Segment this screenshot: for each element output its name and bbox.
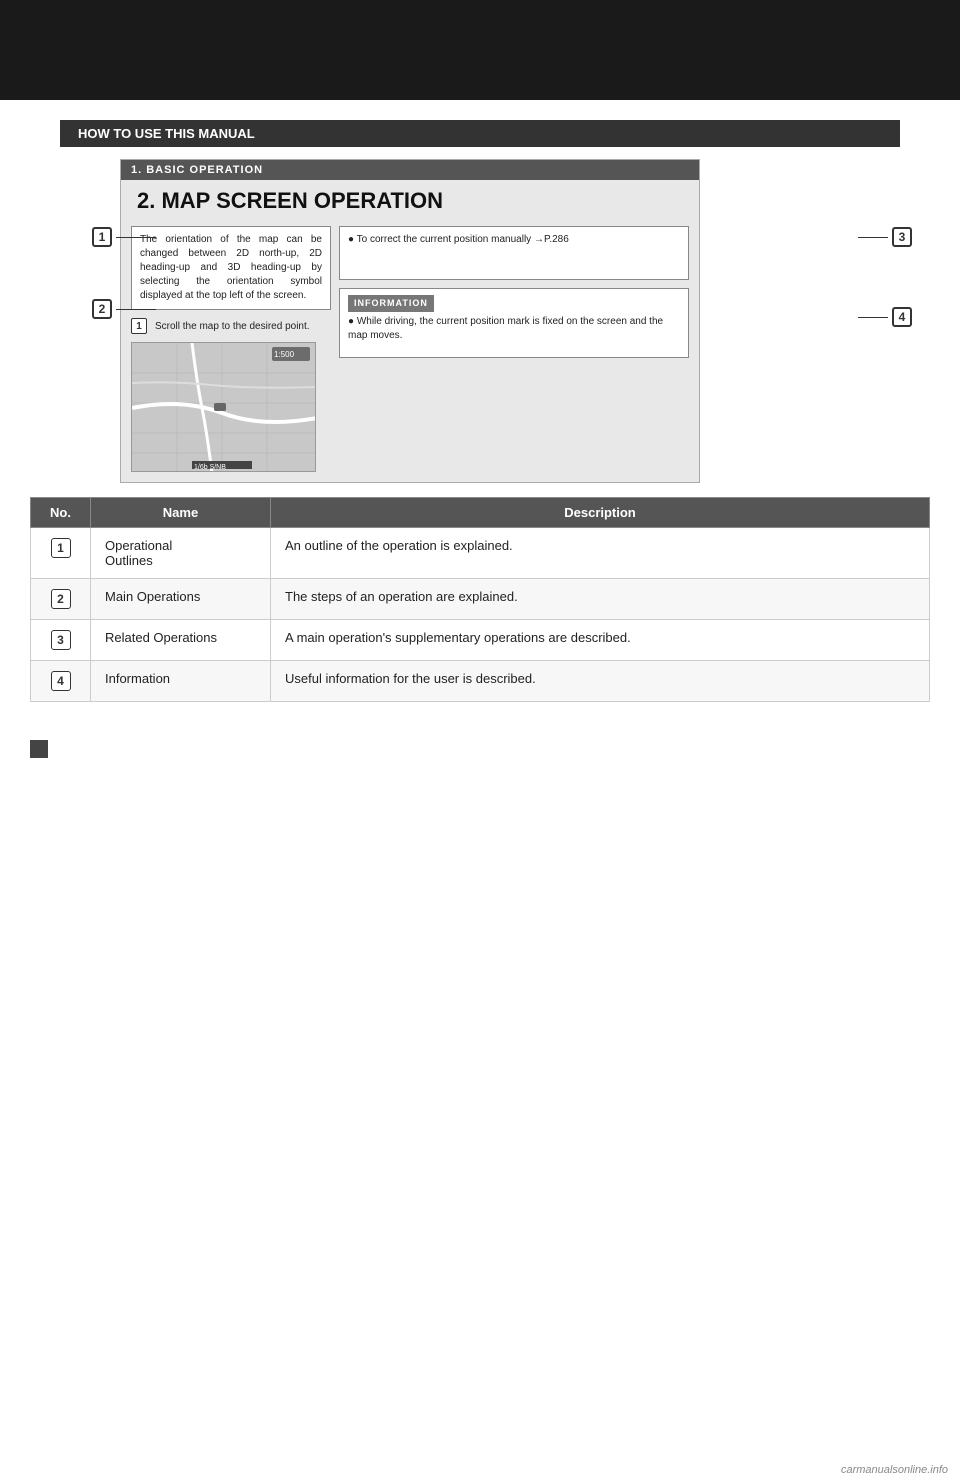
step-num: 1 xyxy=(131,318,147,334)
row-badge-4: 4 xyxy=(51,671,71,691)
col-description: Description xyxy=(271,498,930,528)
diagram-body: The orientation of the map can be change… xyxy=(121,220,699,482)
row-badge-2: 2 xyxy=(51,589,71,609)
table-row: 3 Related OperationsA main operation's su… xyxy=(31,620,930,661)
left-callout-box: The orientation of the map can be change… xyxy=(131,226,331,310)
svg-text:1:500: 1:500 xyxy=(274,350,295,359)
badge-1-container: 1 xyxy=(92,227,156,247)
table-header-row: No. Name Description xyxy=(31,498,930,528)
table-cell-no: 2 xyxy=(31,579,91,620)
table-row: 2 Main OperationsThe steps of an operatio… xyxy=(31,579,930,620)
watermark: carmanualsonline.info xyxy=(841,1464,948,1476)
badge-3-container: 3 xyxy=(858,227,912,247)
map-svg: 1/6b S/NB 1:500 xyxy=(132,343,316,472)
section-marker xyxy=(30,740,48,758)
main-content: HOW TO USE THIS MANUAL 1 2 3 xyxy=(0,100,960,787)
info-label: INFORMATION xyxy=(348,295,434,312)
row-badge-1: 1 xyxy=(51,538,71,558)
table-cell-description: An outline of the operation is explained… xyxy=(271,528,930,579)
step-callout: 1 Scroll the map to the desired point. xyxy=(131,318,331,334)
table-cell-name: OperationalOutlines xyxy=(91,528,271,579)
map-placeholder: 1/6b S/NB 1:500 xyxy=(131,342,316,472)
step-text: Scroll the map to the desired point. xyxy=(155,321,310,332)
table-row: 4 InformationUseful information for the u… xyxy=(31,661,930,702)
badge-1: 1 xyxy=(92,227,112,247)
diagram-container: 1. BASIC OPERATION 2. MAP SCREEN OPERATI… xyxy=(120,159,700,483)
right-callout-top: ● To correct the current position manual… xyxy=(339,226,689,280)
table-body: 1 OperationalOutlinesAn outline of the op… xyxy=(31,528,930,702)
diagram-right: ● To correct the current position manual… xyxy=(339,226,689,472)
top-band xyxy=(0,0,960,100)
diagram-title: 2. MAP SCREEN OPERATION xyxy=(121,180,699,220)
section-marker-area xyxy=(30,722,930,767)
diagram-left: The orientation of the map can be change… xyxy=(131,226,331,472)
table-cell-description: Useful information for the user is descr… xyxy=(271,661,930,702)
table-cell-no: 1 xyxy=(31,528,91,579)
diagram-wrapper: 1 2 3 4 xyxy=(30,159,930,483)
badge-4-container: 4 xyxy=(858,307,912,327)
right-top-text: ● To correct the current position manual… xyxy=(348,234,569,245)
diagram-header: 1. BASIC OPERATION xyxy=(121,160,699,180)
table-cell-description: The steps of an operation are explained. xyxy=(271,579,930,620)
table-header: No. Name Description xyxy=(31,498,930,528)
table-cell-description: A main operation's supplementary operati… xyxy=(271,620,930,661)
badge-4: 4 xyxy=(892,307,912,327)
right-callout-bottom: INFORMATION ● While driving, the current… xyxy=(339,288,689,358)
table-cell-name: Main Operations xyxy=(91,579,271,620)
row-badge-3: 3 xyxy=(51,630,71,650)
badge-2-container: 2 xyxy=(92,299,156,319)
table-cell-no: 3 xyxy=(31,620,91,661)
badge-3: 3 xyxy=(892,227,912,247)
col-no: No. xyxy=(31,498,91,528)
badge-2: 2 xyxy=(92,299,112,319)
right-bottom-text: ● While driving, the current position ma… xyxy=(348,315,680,343)
table-cell-name: Information xyxy=(91,661,271,702)
info-table: No. Name Description 1 OperationalOutline… xyxy=(30,497,930,702)
section-header: HOW TO USE THIS MANUAL xyxy=(60,120,900,147)
page-wrapper: HOW TO USE THIS MANUAL 1 2 3 xyxy=(0,0,960,1484)
table-cell-no: 4 xyxy=(31,661,91,702)
svg-text:1/6b S/NB: 1/6b S/NB xyxy=(194,464,226,471)
col-name: Name xyxy=(91,498,271,528)
table-row: 1 OperationalOutlinesAn outline of the op… xyxy=(31,528,930,579)
table-cell-name: Related Operations xyxy=(91,620,271,661)
section-header-text: HOW TO USE THIS MANUAL xyxy=(78,126,255,141)
